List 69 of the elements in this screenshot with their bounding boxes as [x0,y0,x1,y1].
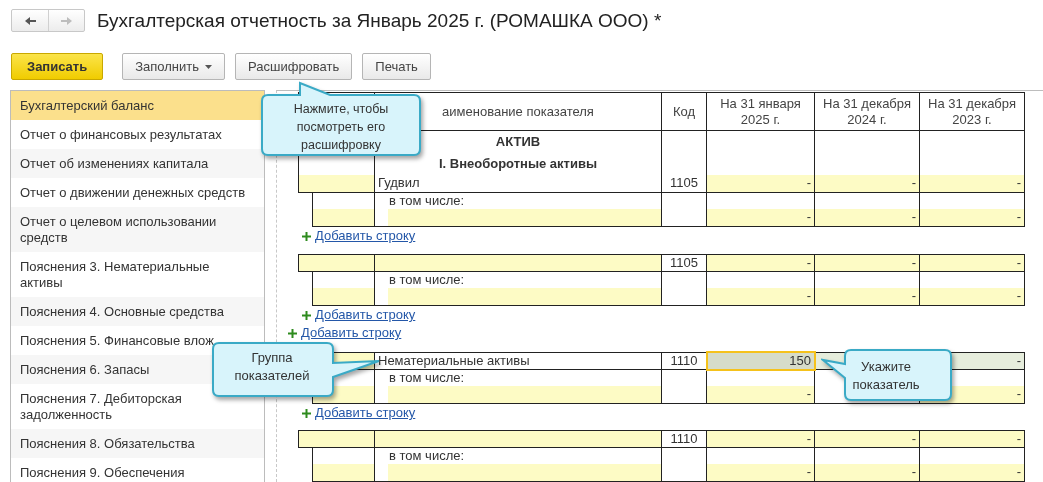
toolbar-button[interactable]: Печать [362,53,431,80]
add-row-link[interactable]: Добавить строку [302,404,416,421]
input-field[interactable] [388,209,661,226]
input-field[interactable] [298,175,375,193]
input-field[interactable] [375,254,662,272]
table-cell: Нематериальные активы [375,352,662,370]
table-row[interactable]: 1105 - - - [298,254,1043,272]
plus-icon [302,310,311,320]
sidebar-item[interactable]: Отчет о целевом использовании средств [11,207,264,252]
value-field[interactable]: - [920,464,1024,481]
sidebar-item[interactable]: Отчет об изменениях капитала [11,149,264,178]
table-cell-text: в том числе: [388,272,466,288]
input-field[interactable] [375,430,662,448]
toolbar-button[interactable]: Записать [11,53,104,80]
table-row[interactable]: Гудвил 1105 - - - [298,175,1043,193]
value-field[interactable]: - [707,386,814,403]
column-header: На 31 января 2025 г. [707,92,815,131]
value-field[interactable]: - [920,209,1024,226]
table-row[interactable]: 1110 - - - [298,430,1043,448]
value-field[interactable]: - [815,288,919,305]
input-field[interactable] [313,464,374,481]
value-field[interactable]: - [707,209,814,226]
plus-icon [302,231,311,241]
caret-icon [205,64,213,69]
value-field[interactable]: 150 [707,352,815,370]
table-cell-text: в том числе: [388,370,466,386]
tooltip: Укажите показатель [821,348,953,403]
input-field[interactable] [313,209,374,226]
value-field[interactable]: - [815,254,920,272]
input-field[interactable] [388,288,661,305]
add-row-link[interactable]: Добавить строку [288,324,402,341]
section-heading: I. Внеоборотные активы [437,155,599,173]
forward-arrow-icon [60,15,73,26]
input-field[interactable] [313,288,374,305]
plus-icon [302,408,311,418]
value-field[interactable]: - [920,430,1025,448]
value-field[interactable]: - [815,209,919,226]
sidebar-item[interactable]: Бухгалтерский баланс [11,91,264,120]
value-field[interactable]: - [815,430,920,448]
table-cell-text: в том числе: [388,448,466,464]
add-row-link[interactable]: Добавить строку [302,227,416,244]
add-row-link[interactable]: Добавить строку [302,306,416,323]
value-field[interactable]: - [815,464,919,481]
value-field[interactable]: - [707,175,815,193]
input-field[interactable] [388,386,661,403]
sidebar-item[interactable]: Пояснения 8. Обязательства [11,429,264,458]
value-field[interactable]: - [920,175,1025,193]
input-field[interactable] [388,464,661,481]
value-field[interactable]: - [707,254,815,272]
input-field[interactable] [298,430,375,448]
column-header: Код [662,92,707,131]
toolbar-button[interactable]: Расшифровать [235,53,353,80]
value-field[interactable]: - [707,464,814,481]
input-field[interactable] [298,254,375,272]
table-cell-text: в том числе: [388,193,466,209]
value-field[interactable]: - [920,288,1024,305]
value-field[interactable]: - [815,175,920,193]
value-field[interactable]: - [920,254,1025,272]
plus-icon [288,328,297,338]
toolbar-button[interactable]: Заполнить [122,53,226,80]
table-cell: Гудвил [375,175,662,193]
tooltip: Нажмите, чтобы посмотреть его расшифровку [258,80,424,159]
back-arrow-icon [23,15,37,26]
window-title: Бухгалтерская отчетность за Январь 2025 г. (РОМАШКА ООО) * [97,9,662,33]
value-field[interactable]: - [707,288,814,305]
column-header: На 31 декабря 2023 г. [920,92,1025,131]
sidebar-item[interactable]: Пояснения 4. Основные средства [11,297,264,326]
column-header: На 31 декабря 2024 г. [815,92,920,131]
value-field[interactable]: - [707,430,815,448]
